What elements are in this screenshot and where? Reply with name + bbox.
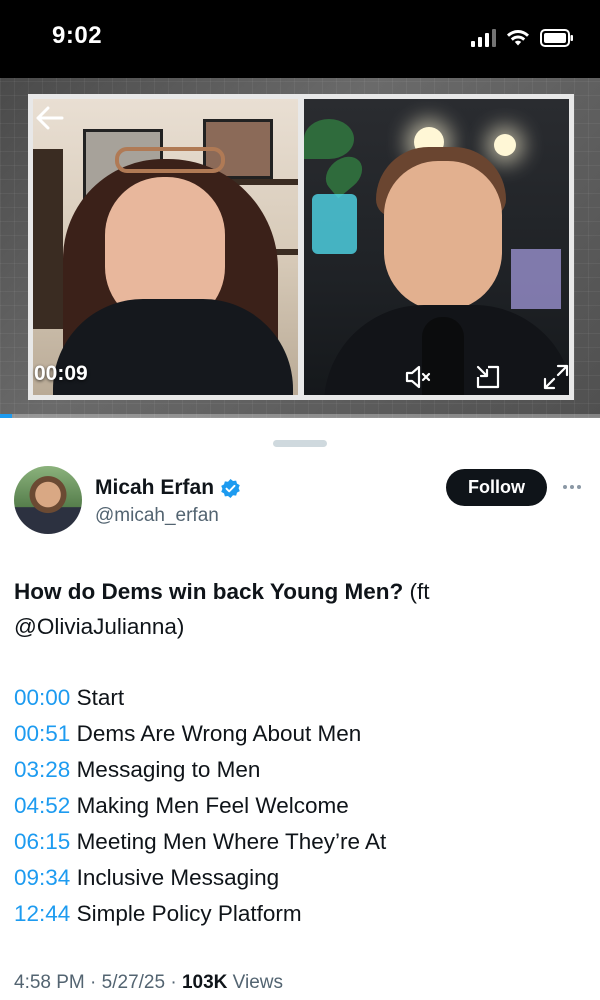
video-pane-right xyxy=(304,99,569,395)
chapter-timestamp-link[interactable]: 00:51 xyxy=(14,721,70,746)
chapter-item: 04:52 Making Men Feel Welcome xyxy=(14,788,589,824)
video-progress-bar[interactable] xyxy=(0,414,600,418)
picture-in-picture-icon[interactable] xyxy=(474,363,502,391)
chapter-timestamp-link[interactable]: 12:44 xyxy=(14,901,70,926)
post-date: 5/27/25 xyxy=(101,972,166,993)
chapter-item: 06:15 Meeting Men Where They’re At xyxy=(14,824,589,860)
views-label: Views xyxy=(232,972,283,993)
video-player[interactable]: 00:09 xyxy=(0,78,600,418)
cellular-signal-icon xyxy=(471,29,496,47)
blue-light xyxy=(312,194,357,254)
purple-light xyxy=(511,249,561,309)
meta-separator: · xyxy=(84,972,102,993)
status-bar: 9:02 xyxy=(0,0,600,78)
chapter-timestamp-link[interactable]: 04:52 xyxy=(14,793,70,818)
chapter-label: Simple Policy Platform xyxy=(70,901,302,926)
wifi-icon xyxy=(506,29,530,47)
post-meta: 4:58 PM · 5/27/25 · 103K Views xyxy=(14,972,283,994)
meta-separator: · xyxy=(165,972,182,993)
bookshelf xyxy=(33,149,63,329)
chapter-label: Start xyxy=(70,685,125,710)
chapter-item: 03:28 Messaging to Men xyxy=(14,752,589,788)
chapter-label: Dems Are Wrong About Men xyxy=(70,721,362,746)
muted-speaker-icon[interactable] xyxy=(404,363,432,391)
views-count: 103K xyxy=(181,972,228,993)
back-arrow-icon[interactable] xyxy=(34,104,66,132)
more-options-icon[interactable] xyxy=(560,475,584,499)
video-pane-left xyxy=(33,99,298,395)
chapter-timestamp-link[interactable]: 03:28 xyxy=(14,757,70,782)
chapter-item: 00:00 Start xyxy=(14,680,589,716)
post-time: 4:58 PM xyxy=(14,972,85,993)
battery-icon xyxy=(540,29,574,47)
post-title: How do Dems win back Young Men? xyxy=(14,579,404,604)
status-time: 9:02 xyxy=(52,22,103,49)
video-progress-fill xyxy=(0,414,12,418)
chapter-label: Making Men Feel Welcome xyxy=(70,793,349,818)
author-name[interactable]: Micah Erfan xyxy=(95,476,214,500)
author-name-row[interactable]: Micah Erfan xyxy=(95,476,241,500)
status-icons xyxy=(471,26,574,50)
verified-badge-icon xyxy=(221,478,240,498)
follow-button[interactable]: Follow xyxy=(446,469,547,506)
chapter-item: 12:44 Simple Policy Platform xyxy=(14,896,589,932)
chapter-timestamp-link[interactable]: 06:15 xyxy=(14,829,70,854)
video-timecode: 00:09 xyxy=(34,362,88,385)
chapter-item: 09:34 Inclusive Messaging xyxy=(14,860,589,896)
sheet-drag-handle[interactable] xyxy=(273,440,327,447)
person-right-face xyxy=(384,161,502,311)
video-frame xyxy=(28,94,574,400)
post-text: How do Dems win back Young Men? (ft @Oli… xyxy=(14,574,589,644)
author-handle[interactable]: @micah_erfan xyxy=(95,505,219,527)
chapter-label: Meeting Men Where They’re At xyxy=(70,829,387,854)
chapter-item: 00:51 Dems Are Wrong About Men xyxy=(14,716,589,752)
avatar[interactable] xyxy=(14,466,82,534)
ceiling-light xyxy=(494,134,516,156)
chapter-label: Inclusive Messaging xyxy=(70,865,280,890)
chapter-label: Messaging to Men xyxy=(70,757,261,782)
chapter-list: 00:00 Start 00:51 Dems Are Wrong About Me… xyxy=(14,680,589,932)
expand-icon[interactable] xyxy=(542,363,570,391)
plant xyxy=(304,119,354,159)
chapter-timestamp-link[interactable]: 09:34 xyxy=(14,865,70,890)
glasses xyxy=(115,147,225,173)
chapter-timestamp-link[interactable]: 00:00 xyxy=(14,685,70,710)
